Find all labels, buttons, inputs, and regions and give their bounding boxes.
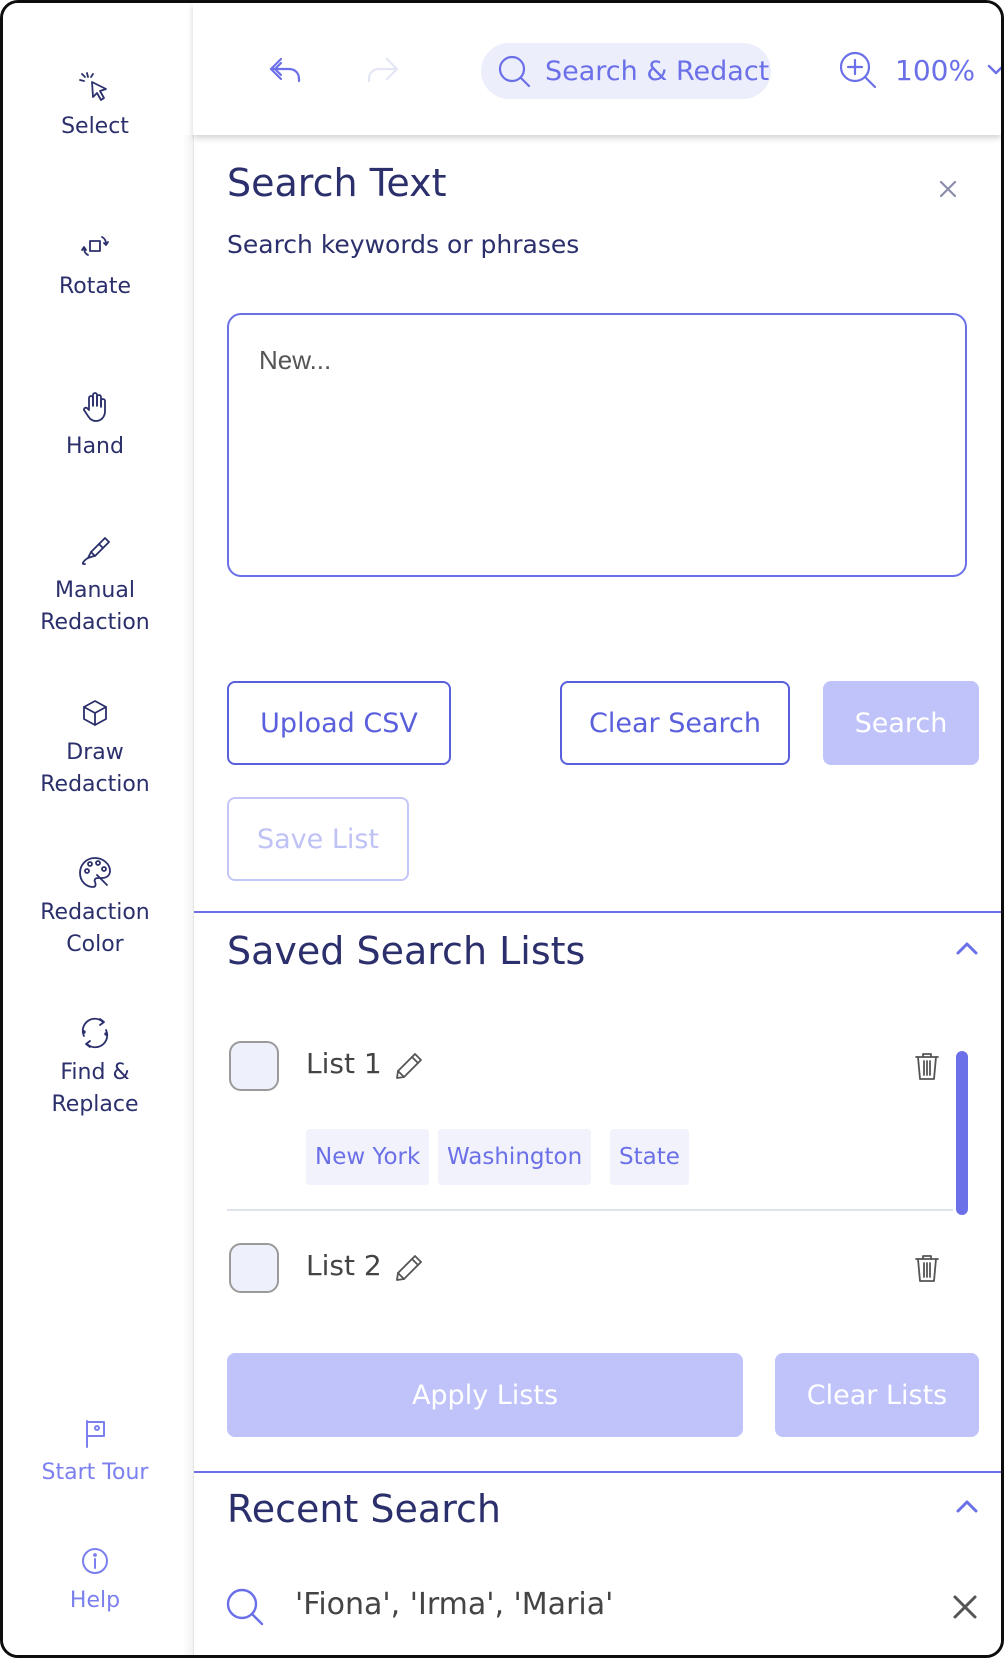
lists-scrollbar[interactable] bbox=[956, 1051, 968, 1215]
section-divider bbox=[194, 911, 1001, 913]
hand-icon bbox=[75, 387, 115, 427]
redo-button[interactable] bbox=[361, 49, 405, 93]
tool-label-line2: Color bbox=[66, 932, 124, 957]
list-1-checkbox[interactable] bbox=[229, 1041, 279, 1091]
tool-label: Select bbox=[61, 114, 129, 139]
undo-button[interactable] bbox=[263, 49, 307, 93]
tool-rotate[interactable]: Rotate bbox=[3, 227, 187, 303]
find-replace-icon bbox=[75, 1013, 115, 1053]
tool-find-replace[interactable]: Find & Replace bbox=[3, 1013, 187, 1121]
clear-lists-button[interactable]: Clear Lists bbox=[775, 1353, 979, 1437]
tool-label-line1: Manual bbox=[55, 578, 135, 603]
zoom-in-icon[interactable] bbox=[837, 49, 879, 91]
tool-manual-redaction[interactable]: Manual Redaction bbox=[3, 531, 187, 639]
help-label: Help bbox=[69, 1588, 121, 1613]
edit-pencil-icon[interactable] bbox=[392, 1049, 426, 1083]
remove-recent-icon[interactable] bbox=[951, 1593, 979, 1621]
chevron-up-icon[interactable] bbox=[952, 1491, 982, 1521]
clear-search-button[interactable]: Clear Search bbox=[560, 681, 790, 765]
help-button[interactable]: Help bbox=[3, 1541, 187, 1617]
close-icon[interactable] bbox=[936, 177, 960, 201]
search-text-subtitle: Search keywords or phrases bbox=[227, 230, 580, 259]
list-tag: Washington bbox=[438, 1129, 592, 1185]
tool-select[interactable]: Select bbox=[3, 67, 187, 143]
tool-label-line1: Find & bbox=[60, 1060, 130, 1085]
recent-search-title: Recent Search bbox=[227, 1487, 501, 1531]
chevron-up-icon[interactable] bbox=[952, 933, 982, 963]
recent-search-item[interactable]: 'Fiona', 'Irma', 'Maria' bbox=[295, 1587, 613, 1622]
tool-redaction-color[interactable]: Redaction Color bbox=[3, 853, 187, 961]
undo-icon bbox=[269, 57, 301, 83]
tool-hand[interactable]: Hand bbox=[3, 387, 187, 463]
list-2-name: List 2 bbox=[306, 1249, 382, 1282]
chevron-down-icon[interactable] bbox=[985, 59, 1004, 81]
tool-label-line2: Redaction bbox=[40, 772, 150, 797]
search-redact-panel: Search Text Search keywords or phrases U… bbox=[182, 135, 1001, 1655]
search-redact-label: Search & Redact bbox=[545, 56, 770, 87]
tool-label-line1: Draw bbox=[66, 740, 124, 765]
tool-label-line2: Replace bbox=[51, 1092, 139, 1117]
info-icon bbox=[75, 1541, 115, 1581]
tool-sidebar: Select Rotate Hand Manual Redaction Draw… bbox=[3, 3, 193, 1655]
list-2-checkbox[interactable] bbox=[229, 1243, 279, 1293]
tool-label: Hand bbox=[66, 434, 124, 459]
select-cursor-icon bbox=[75, 67, 115, 107]
trash-icon[interactable] bbox=[910, 1049, 944, 1083]
upload-csv-button[interactable]: Upload CSV bbox=[227, 681, 451, 765]
palette-icon bbox=[75, 853, 115, 893]
list-tag: New York bbox=[306, 1129, 430, 1185]
list-separator bbox=[227, 1209, 953, 1211]
tool-label-line2: Redaction bbox=[40, 610, 150, 635]
flag-icon bbox=[75, 1413, 115, 1453]
search-redact-button[interactable]: Search & Redact bbox=[481, 43, 771, 99]
list-tag: State bbox=[610, 1129, 689, 1185]
tool-draw-redaction[interactable]: Draw Redaction bbox=[3, 693, 187, 801]
search-text-title: Search Text bbox=[227, 161, 447, 205]
edit-pencil-icon[interactable] bbox=[392, 1251, 426, 1285]
section-divider bbox=[194, 1471, 1001, 1473]
rotate-icon bbox=[75, 227, 115, 267]
app-window: Select Rotate Hand Manual Redaction Draw… bbox=[0, 0, 1004, 1658]
trash-icon[interactable] bbox=[910, 1251, 944, 1285]
search-icon bbox=[498, 55, 531, 88]
top-toolbar: Search & Redact 100% bbox=[193, 3, 1001, 135]
tool-label: Rotate bbox=[58, 274, 132, 299]
search-button[interactable]: Search bbox=[823, 681, 979, 765]
draw-redaction-cube-icon bbox=[75, 693, 115, 733]
redo-icon bbox=[367, 57, 399, 83]
search-keywords-input[interactable] bbox=[227, 313, 967, 577]
manual-redaction-icon bbox=[75, 531, 115, 571]
start-tour-label: Start Tour bbox=[41, 1460, 149, 1485]
list-1-name: List 1 bbox=[306, 1047, 382, 1080]
tool-label-line1: Redaction bbox=[40, 900, 150, 925]
saved-search-lists-title: Saved Search Lists bbox=[227, 929, 586, 973]
start-tour-button[interactable]: Start Tour bbox=[3, 1413, 187, 1489]
apply-lists-button[interactable]: Apply Lists bbox=[227, 1353, 743, 1437]
search-icon bbox=[226, 1588, 264, 1626]
save-list-button[interactable]: Save List bbox=[227, 797, 409, 881]
zoom-level[interactable]: 100% bbox=[895, 54, 975, 87]
